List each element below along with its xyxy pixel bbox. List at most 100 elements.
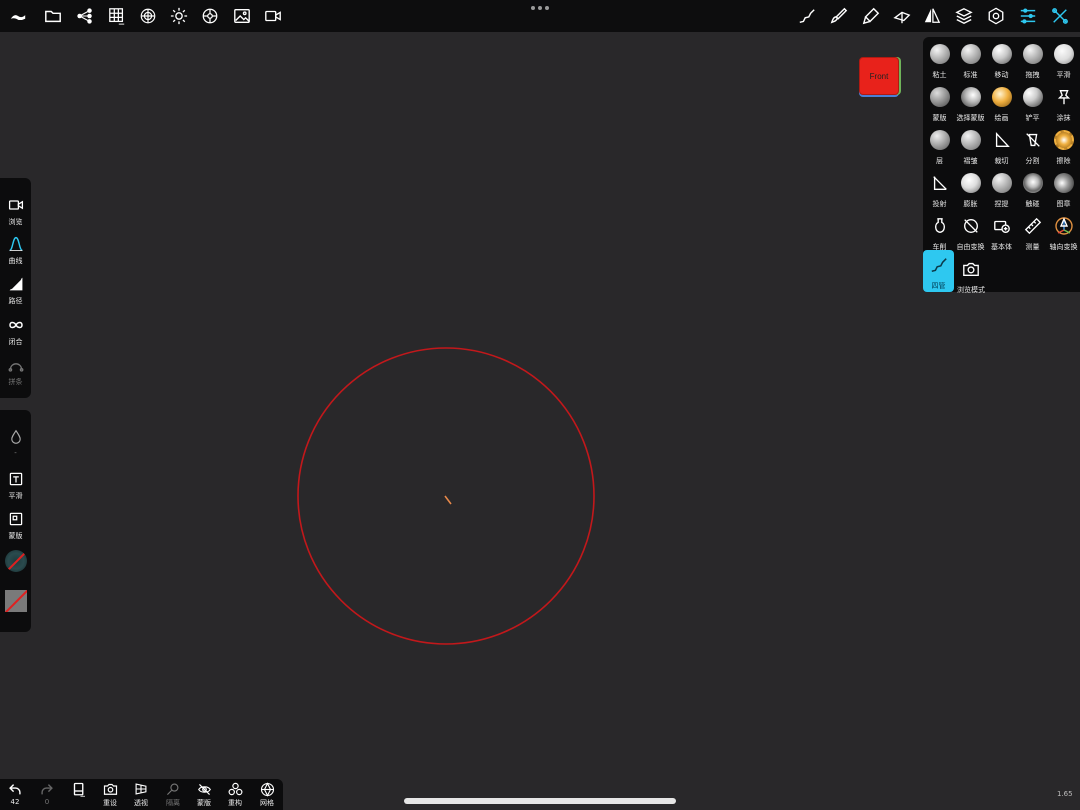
material-sphere-icon[interactable] — [138, 6, 158, 26]
symmetry-wand-icon[interactable] — [892, 6, 912, 26]
mask-icon — [7, 510, 25, 528]
paint-tube-icon[interactable] — [861, 6, 881, 26]
alpha-texture-icon — [4, 550, 27, 572]
isolate-icon — [165, 782, 181, 796]
sun-icon[interactable] — [169, 6, 189, 26]
mirror-icon[interactable] — [922, 6, 942, 26]
undo-icon — [7, 782, 23, 796]
tool-tap[interactable]: 触碰 — [1017, 168, 1048, 210]
undo-button[interactable]: 42 — [2, 782, 28, 806]
tool-crease[interactable]: 褶皱 — [955, 125, 986, 167]
document-icon — [71, 782, 87, 797]
home-indicator[interactable] — [404, 798, 676, 804]
tool-inflate[interactable]: 膨胀 — [955, 168, 986, 210]
tools-icon[interactable] — [1050, 6, 1070, 26]
tool-clay[interactable]: 粘土 — [924, 39, 955, 81]
tube-icon — [928, 254, 950, 276]
perspective-button[interactable]: 透视 — [128, 782, 154, 808]
mask-toggle[interactable]: 蒙版 — [0, 510, 31, 541]
falloff-control[interactable]: - — [0, 428, 31, 457]
curve-point-marker[interactable] — [444, 495, 452, 505]
tool-panel: 粘土 标准 移动 拖拽 平滑 蒙版 选择蒙版 绘画 铲平 涂抹 层 褶皱 裁切 … — [923, 37, 1080, 294]
tool-gizmo[interactable]: 轴向变换 — [1048, 211, 1079, 253]
browse-toggle[interactable]: 浏览 — [0, 196, 31, 227]
split-icon — [1022, 129, 1044, 151]
tool-smooth[interactable]: 平滑 — [1048, 39, 1079, 81]
camera-icon[interactable] — [263, 6, 283, 26]
tool-smudge[interactable]: 涂抹 — [1048, 82, 1079, 124]
tool-pinch[interactable]: 捏提 — [986, 168, 1017, 210]
curve-options-panel: 浏览 曲线 路径 闭合 拼条 — [0, 178, 31, 398]
layers-icon[interactable] — [954, 6, 974, 26]
camera-mode-icon — [960, 258, 982, 280]
tool-paint[interactable]: 绘画 — [986, 82, 1017, 124]
closed-toggle[interactable]: 闭合 — [0, 316, 31, 347]
brush-icon[interactable] — [829, 6, 849, 26]
tool-erase[interactable]: 擦除 — [1048, 125, 1079, 167]
remesh-button[interactable]: 重构 — [222, 782, 248, 808]
curve-icon — [7, 235, 25, 253]
wireframe-button[interactable]: 网格 — [254, 781, 280, 808]
sculpt-viewport[interactable] — [0, 32, 1080, 779]
stroke-options-panel: - 平滑 蒙版 — [0, 410, 31, 632]
tool-lathe[interactable]: 车削 — [924, 211, 955, 253]
scene-tree-icon[interactable] — [75, 6, 95, 26]
sliders-icon[interactable] — [1018, 6, 1038, 26]
isolate-button[interactable]: 隔离 — [160, 782, 186, 808]
folder-icon[interactable] — [43, 6, 63, 26]
tool-free-transform[interactable]: 自由变换 — [955, 211, 986, 253]
tool-select-mask[interactable]: 选择蒙版 — [955, 82, 986, 124]
sphere-icon — [1022, 173, 1043, 193]
tool-split[interactable]: 分割 — [1017, 125, 1048, 167]
sphere-icon — [1022, 87, 1043, 107]
tool-project[interactable]: 投射 — [924, 168, 955, 210]
logo-icon[interactable] — [8, 6, 28, 26]
bottom-toolbar: 42 0 重设 透视 隔离 蒙版 重构 网格 — [0, 779, 283, 810]
shading-icon[interactable] — [200, 6, 220, 26]
texture-swatch[interactable] — [0, 590, 31, 612]
alpha-swatch[interactable] — [0, 550, 31, 572]
cube-face-label: Front — [869, 71, 889, 81]
sphere-icon — [991, 173, 1012, 193]
perspective-icon — [133, 782, 149, 796]
project-icon — [929, 172, 951, 194]
gizmo-icon — [1053, 215, 1075, 237]
image-icon[interactable] — [232, 6, 252, 26]
tool-stamp[interactable]: 图章 — [1048, 168, 1079, 210]
sphere-icon — [1022, 44, 1043, 64]
smooth-icon — [7, 470, 25, 488]
more-options[interactable] — [530, 2, 550, 14]
tool-tube[interactable]: 四管 — [923, 250, 954, 292]
tool-layer[interactable]: 层 — [924, 125, 955, 167]
tool-view-mode[interactable]: 浏览模式 — [955, 254, 987, 296]
tool-move[interactable]: 移动 — [986, 39, 1017, 81]
redo-icon — [39, 782, 55, 796]
sculpt-settings-button[interactable] — [66, 782, 92, 797]
sphere-icon — [960, 130, 981, 150]
tool-drag[interactable]: 拖拽 — [1017, 39, 1048, 81]
sphere-icon — [929, 44, 950, 64]
drop-icon — [7, 428, 25, 446]
path-toggle[interactable]: 路径 — [0, 275, 31, 306]
arch-icon — [7, 356, 25, 374]
reset-camera-button[interactable]: 重设 — [97, 782, 123, 808]
tool-standard[interactable]: 标准 — [955, 39, 986, 81]
version-label: 1.65 — [1057, 790, 1073, 798]
settings-hex-icon[interactable] — [986, 6, 1006, 26]
cut-icon — [991, 129, 1013, 151]
tool-mask[interactable]: 蒙版 — [924, 82, 955, 124]
tool-trim[interactable]: 裁切 — [986, 125, 1017, 167]
curve-toggle[interactable]: 曲线 — [0, 235, 31, 266]
redo-button[interactable]: 0 — [34, 782, 60, 806]
hide-button[interactable]: 蒙版 — [191, 782, 217, 808]
grid-icon[interactable] — [107, 6, 127, 26]
path-icon — [7, 275, 25, 293]
tool-measure[interactable]: 测量 — [1017, 211, 1048, 253]
spline-toggle[interactable]: 拼条 — [0, 356, 31, 387]
tool-primitive[interactable]: 基本体 — [986, 211, 1017, 253]
smooth-toggle[interactable]: 平滑 — [0, 470, 31, 501]
stroke-icon[interactable] — [797, 6, 817, 26]
tool-flatten[interactable]: 铲平 — [1017, 82, 1048, 124]
orientation-cube[interactable]: Front — [859, 57, 899, 95]
sphere-icon — [960, 87, 981, 107]
